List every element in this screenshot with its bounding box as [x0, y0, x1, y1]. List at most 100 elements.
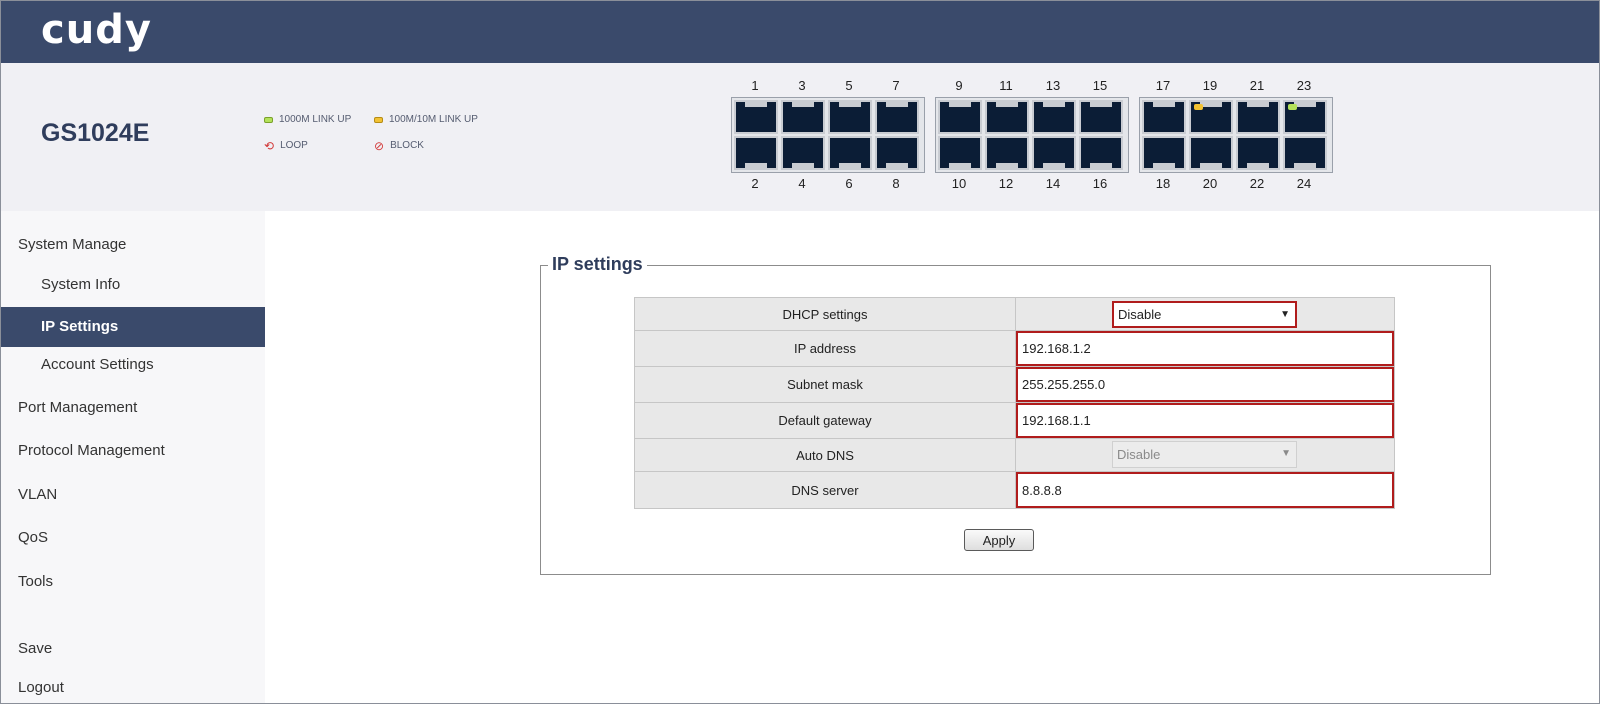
- port-24[interactable]: [1283, 136, 1327, 170]
- table-row: IP address 192.168.1.2: [635, 331, 1394, 367]
- port-11[interactable]: [985, 100, 1029, 134]
- port-number: 22: [1249, 176, 1265, 191]
- port-group-2: [935, 97, 1129, 173]
- port-18[interactable]: [1142, 136, 1186, 170]
- auto-dns-select-value: Disable: [1117, 447, 1161, 462]
- sidebar-item-ip-settings[interactable]: IP Settings: [1, 307, 265, 347]
- auto-dns-cell: Disable ▼: [1016, 439, 1394, 471]
- port-5[interactable]: [828, 100, 872, 134]
- dns-server-input[interactable]: 8.8.8.8: [1016, 472, 1394, 508]
- gateway-input[interactable]: 192.168.1.1: [1016, 403, 1394, 438]
- port-number: 1: [751, 78, 759, 93]
- port-number: 13: [1045, 78, 1061, 93]
- port-23[interactable]: [1283, 100, 1327, 134]
- ip-address-cell: 192.168.1.2: [1016, 331, 1394, 366]
- legend-block: ⊘ BLOCK: [374, 140, 424, 152]
- ip-address-input[interactable]: 192.168.1.2: [1016, 331, 1394, 366]
- port-number: 5: [845, 78, 853, 93]
- port-number: 6: [845, 176, 853, 191]
- port-13[interactable]: [1032, 100, 1076, 134]
- dhcp-select[interactable]: Disable ▼: [1112, 301, 1297, 328]
- sidebar: System Manage System Info IP Settings Ac…: [1, 211, 265, 703]
- orange-led-icon: [374, 116, 383, 123]
- port-number: 21: [1249, 78, 1265, 93]
- chevron-down-icon: ▼: [1281, 448, 1291, 459]
- port-2[interactable]: [734, 136, 778, 170]
- port-number: 12: [998, 176, 1014, 191]
- port-10[interactable]: [938, 136, 982, 170]
- port-6[interactable]: [828, 136, 872, 170]
- table-row: Auto DNS Disable ▼: [635, 439, 1394, 472]
- port-number: 23: [1296, 78, 1312, 93]
- port-group-3: [1139, 97, 1333, 173]
- port-number: 7: [892, 78, 900, 93]
- port-number: 24: [1296, 176, 1312, 191]
- auto-dns-label: Auto DNS: [635, 439, 1016, 471]
- port-22[interactable]: [1236, 136, 1280, 170]
- sidebar-item-system-manage[interactable]: System Manage: [1, 225, 265, 265]
- cudy-logo: cudy: [41, 7, 152, 53]
- port-number: 2: [751, 176, 759, 191]
- port-number: 19: [1202, 78, 1218, 93]
- port-8[interactable]: [875, 136, 919, 170]
- sidebar-item-logout[interactable]: Logout: [1, 668, 265, 703]
- green-led-icon: [264, 116, 273, 123]
- legend-loop: ⟲ LOOP: [264, 138, 308, 153]
- device-model: GS1024E: [41, 119, 150, 147]
- dns-server-cell: 8.8.8.8: [1016, 472, 1394, 508]
- port-19-link-led-icon: [1194, 104, 1203, 110]
- sidebar-item-vlan[interactable]: VLAN: [1, 475, 265, 515]
- apply-button[interactable]: Apply: [964, 529, 1034, 551]
- port-number: 9: [955, 78, 963, 93]
- dhcp-cell: Disable ▼: [1016, 298, 1394, 330]
- port-20[interactable]: [1189, 136, 1233, 170]
- legend-gigabit: 1000M LINK UP: [264, 114, 351, 125]
- table-row: DNS server 8.8.8.8: [635, 472, 1394, 508]
- subnet-mask-label: Subnet mask: [635, 367, 1016, 402]
- port-number: 16: [1092, 176, 1108, 191]
- port-number: 15: [1092, 78, 1108, 93]
- port-group-1: [731, 97, 925, 173]
- legend-fast: 100M/10M LINK UP: [374, 114, 478, 125]
- port-3[interactable]: [781, 100, 825, 134]
- port-9[interactable]: [938, 100, 982, 134]
- port-21[interactable]: [1236, 100, 1280, 134]
- port-number: 10: [951, 176, 967, 191]
- dhcp-select-value: Disable: [1118, 307, 1162, 322]
- subnet-mask-input[interactable]: 255.255.255.0: [1016, 367, 1394, 402]
- port-number: 11: [999, 78, 1013, 93]
- sidebar-item-protocol-management[interactable]: Protocol Management: [1, 431, 265, 471]
- port-15[interactable]: [1079, 100, 1123, 134]
- port-number: 20: [1202, 176, 1218, 191]
- legend-fast-label: 100M/10M LINK UP: [389, 114, 478, 125]
- table-row: Default gateway 192.168.1.1: [635, 403, 1394, 439]
- legend-gigabit-label: 1000M LINK UP: [279, 114, 352, 125]
- sidebar-item-tools[interactable]: Tools: [1, 562, 265, 602]
- table-row: DHCP settings Disable ▼: [635, 298, 1394, 331]
- port-7[interactable]: [875, 100, 919, 134]
- panel-title: IP settings: [548, 254, 647, 275]
- port-12[interactable]: [985, 136, 1029, 170]
- sidebar-item-port-management[interactable]: Port Management: [1, 388, 265, 428]
- port-number: 14: [1045, 176, 1061, 191]
- sidebar-item-system-info[interactable]: System Info: [1, 265, 265, 305]
- auto-dns-select: Disable ▼: [1112, 441, 1297, 468]
- sidebar-item-qos[interactable]: QoS: [1, 518, 265, 558]
- chevron-down-icon: ▼: [1280, 309, 1290, 320]
- port-4[interactable]: [781, 136, 825, 170]
- port-17[interactable]: [1142, 100, 1186, 134]
- sidebar-item-account-settings[interactable]: Account Settings: [1, 345, 265, 385]
- sidebar-item-save[interactable]: Save: [1, 629, 265, 669]
- port-16[interactable]: [1079, 136, 1123, 170]
- subnet-mask-cell: 255.255.255.0: [1016, 367, 1394, 402]
- legend-block-label: BLOCK: [390, 140, 424, 151]
- dhcp-label: DHCP settings: [635, 298, 1016, 330]
- device-panel: GS1024E 1000M LINK UP 100M/10M LINK UP ⟲…: [1, 63, 1599, 211]
- port-1[interactable]: [734, 100, 778, 134]
- port-19[interactable]: [1189, 100, 1233, 134]
- port-14[interactable]: [1032, 136, 1076, 170]
- legend-loop-label: LOOP: [280, 140, 308, 151]
- loop-icon: ⟲: [264, 138, 275, 153]
- port-number: 18: [1155, 176, 1171, 191]
- ip-address-label: IP address: [635, 331, 1016, 366]
